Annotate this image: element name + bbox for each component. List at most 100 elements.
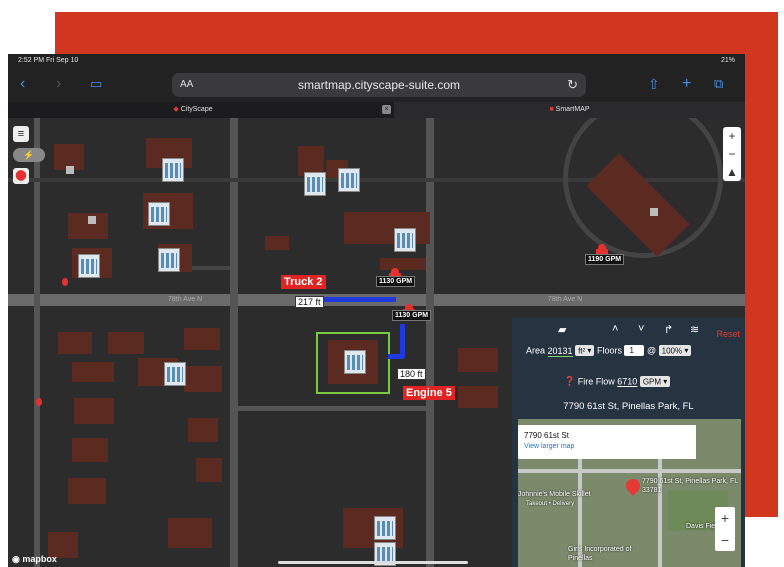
school-icon[interactable] bbox=[304, 172, 326, 196]
area-value[interactable]: 20131 bbox=[547, 345, 573, 357]
school-icon[interactable] bbox=[158, 248, 180, 272]
zoom-out-button[interactable]: − bbox=[723, 145, 741, 163]
reset-button[interactable]: Reset bbox=[716, 329, 740, 339]
tab-smartmap[interactable]: ■ SmartMAP bbox=[394, 102, 745, 118]
truck-distance-label: 217 ft bbox=[295, 296, 324, 308]
browser-toolbar: ‹ › ▭ AA smartmap.cityscape-suite.com ↻ … bbox=[8, 68, 745, 102]
minimap-skillet-sub: Takeout • Delivery bbox=[526, 501, 575, 507]
school-icon[interactable] bbox=[344, 350, 366, 374]
area-unit-select[interactable]: ft² ▾ bbox=[575, 345, 595, 357]
bookmarks-icon[interactable]: ▭ bbox=[90, 76, 102, 92]
view-larger-map-link[interactable]: View larger map bbox=[524, 443, 574, 450]
school-icon[interactable] bbox=[338, 168, 360, 192]
floors-label: Floors bbox=[596, 345, 622, 356]
building bbox=[108, 332, 144, 354]
minimap-info-card: 7790 61st St View larger map bbox=[518, 425, 696, 459]
mapbox-logo: ◉ mapbox bbox=[12, 554, 57, 564]
building bbox=[72, 438, 108, 462]
status-time: 2:52 PM Fri Sep 10 bbox=[18, 57, 79, 64]
minimap-zoom-out-button[interactable]: − bbox=[715, 529, 735, 551]
point-marker[interactable] bbox=[88, 216, 96, 224]
hose-line-engine bbox=[388, 354, 404, 359]
road-horizontal bbox=[238, 406, 428, 411]
home-indicator bbox=[278, 561, 468, 564]
ipad-screen: 2:52 PM Fri Sep 10 21% ‹ › ▭ AA smartmap… bbox=[8, 54, 745, 567]
minimap-zoom-control: + − bbox=[715, 507, 735, 551]
hose-line-engine bbox=[400, 324, 405, 358]
forward-icon[interactable]: › bbox=[56, 76, 61, 92]
tab-cityscape[interactable]: ◆ CityScape bbox=[8, 102, 378, 118]
building bbox=[196, 458, 222, 482]
menu-icon[interactable]: ≡ bbox=[13, 126, 29, 142]
road-vertical bbox=[426, 118, 434, 567]
road-label: 78th Ave N bbox=[548, 296, 583, 303]
panel-toolbar: ▰ ˄ ˅ ↱ ≋ Reset bbox=[512, 323, 745, 339]
layer-toggle-icon[interactable]: ⚡ bbox=[13, 148, 45, 162]
building bbox=[458, 386, 498, 408]
engine-unit-label[interactable]: Engine 5 bbox=[403, 386, 455, 400]
help-icon[interactable]: ❓ bbox=[564, 376, 575, 386]
pin-icon[interactable] bbox=[62, 278, 68, 286]
road-vertical bbox=[230, 118, 238, 567]
address-text: 7790 61st St, Pinellas Park, FL bbox=[563, 401, 694, 412]
point-marker[interactable] bbox=[66, 166, 74, 174]
zoom-in-button[interactable]: + bbox=[723, 127, 741, 145]
pin-icon[interactable] bbox=[36, 398, 42, 406]
map-canvas[interactable]: 78th Ave N 78th Ave N ≡ ⚡ ⬤ + − ▲ 1130 G… bbox=[8, 118, 745, 567]
road-label: 78th Ave N bbox=[168, 296, 203, 303]
locate-pin-icon[interactable]: ⬤ bbox=[13, 168, 29, 184]
truck-unit-label[interactable]: Truck 2 bbox=[281, 275, 326, 289]
fire-flow-value: 6710 bbox=[617, 376, 638, 387]
fire-flow-row: ❓ Fire Flow 6710 GPM ▾ bbox=[564, 376, 671, 388]
location-pin-icon[interactable] bbox=[623, 476, 643, 496]
area-floors-row: Area 20131 ft² ▾ Floors 1 @ 100% ▾ bbox=[526, 345, 692, 357]
minimap-road bbox=[658, 459, 662, 567]
building bbox=[184, 366, 222, 392]
chevron-up-icon[interactable]: ˄ bbox=[612, 323, 618, 335]
school-icon[interactable] bbox=[148, 202, 170, 226]
building bbox=[265, 236, 289, 250]
minimap-place-label: 7790 61st St, Pinellas Park, FL 33781 bbox=[642, 478, 738, 494]
building bbox=[68, 478, 106, 504]
address-bar[interactable]: AA smartmap.cityscape-suite.com ↻ bbox=[172, 73, 586, 97]
fire-flow-unit-select[interactable]: GPM ▾ bbox=[639, 376, 671, 388]
battery-indicator: 21% bbox=[720, 57, 735, 64]
minimap-skillet-label: Johnnie's Mobile Skillet bbox=[518, 491, 591, 498]
building bbox=[74, 398, 114, 424]
tab-label: SmartMAP bbox=[555, 106, 590, 113]
at-symbol: @ bbox=[647, 345, 657, 356]
percent-select[interactable]: 100% ▾ bbox=[658, 345, 692, 357]
hydrant-gpm-label: 1130 GPM bbox=[376, 276, 416, 287]
floors-input[interactable]: 1 bbox=[624, 345, 645, 357]
map-zoom-control: + − ▲ bbox=[723, 127, 741, 181]
school-icon[interactable] bbox=[78, 254, 100, 278]
building bbox=[380, 258, 426, 270]
google-minimap[interactable]: 7790 61st St View larger map 7790 61st S… bbox=[518, 419, 741, 567]
info-panel: ▰ ˄ ˅ ↱ ≋ Reset Area 20131 ft² ▾ Floors … bbox=[512, 317, 745, 567]
redo-arrow-icon[interactable]: ↱ bbox=[664, 323, 673, 336]
ruler-icon[interactable]: ▰ bbox=[558, 323, 566, 336]
new-tab-icon[interactable]: + bbox=[682, 76, 691, 92]
point-marker[interactable] bbox=[650, 208, 658, 216]
school-icon[interactable] bbox=[162, 158, 184, 182]
minimap-road bbox=[518, 469, 741, 473]
building bbox=[344, 212, 430, 244]
building bbox=[458, 348, 498, 372]
school-icon[interactable] bbox=[394, 228, 416, 252]
close-tab-icon[interactable]: × bbox=[382, 105, 391, 114]
building bbox=[168, 518, 212, 548]
tab-bar: ◆ CityScape × ■ SmartMAP bbox=[8, 102, 745, 118]
minimap-girls-label: Girls Incorporated of Pinellas bbox=[568, 546, 632, 562]
share-icon[interactable]: ⇧ bbox=[648, 76, 660, 92]
tabs-overview-icon[interactable]: ⧉ bbox=[714, 76, 723, 92]
layers-icon[interactable]: ≋ bbox=[690, 323, 699, 336]
reload-icon[interactable]: ↻ bbox=[567, 77, 578, 93]
back-icon[interactable]: ‹ bbox=[20, 76, 25, 92]
compass-icon[interactable]: ▲ bbox=[723, 163, 741, 181]
school-icon[interactable] bbox=[374, 516, 396, 540]
hydrant-gpm-label: 1190 GPM bbox=[585, 254, 625, 265]
school-icon[interactable] bbox=[164, 362, 186, 386]
chevron-down-icon[interactable]: ˅ bbox=[638, 323, 644, 335]
engine-distance-label: 180 ft bbox=[397, 368, 426, 380]
minimap-zoom-in-button[interactable]: + bbox=[715, 507, 735, 529]
